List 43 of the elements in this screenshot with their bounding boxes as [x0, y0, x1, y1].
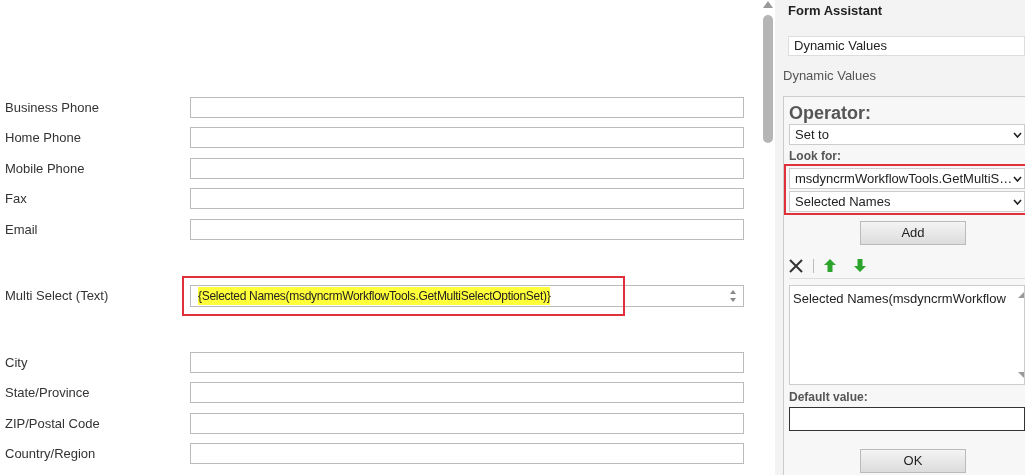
text-field[interactable] [190, 127, 744, 149]
field-label: ZIP/Postal Code [4, 414, 101, 433]
scroll-up-icon[interactable] [1018, 292, 1024, 298]
attribute-dropdown[interactable]: Selected Names [789, 191, 1025, 212]
text-field[interactable] [190, 351, 744, 373]
move-down-icon[interactable] [854, 259, 866, 272]
field-label: City [4, 353, 29, 372]
field-label: Multi Select (Text) [4, 287, 110, 305]
chevron-down-icon [1013, 198, 1022, 205]
field-label: Fax [4, 190, 28, 208]
field-label: Home Phone [4, 129, 82, 147]
ok-button[interactable]: OK [860, 449, 966, 473]
panel-title: Form Assistant [787, 2, 884, 20]
spinner-icon[interactable] [729, 288, 737, 303]
add-button[interactable]: Add [860, 221, 966, 245]
field-label: Business Phone [4, 98, 100, 117]
field-label: Country/Region [4, 445, 97, 463]
text-field[interactable] [190, 382, 744, 404]
field-label: State/Province [4, 384, 91, 402]
look-for-label: Look for: [789, 149, 842, 163]
text-field[interactable] [190, 218, 744, 240]
text-field[interactable] [190, 157, 744, 179]
list-item[interactable]: Selected Names(msdyncrmWorkflow [793, 289, 1018, 309]
text-field[interactable] [190, 96, 744, 118]
operator-dropdown[interactable]: Set to [789, 124, 1025, 145]
delete-icon[interactable] [789, 258, 803, 273]
mode-dropdown[interactable]: Dynamic Values [788, 35, 1025, 56]
scrollbar-thumb[interactable] [762, 15, 773, 143]
default-value-label: Default value: [789, 389, 869, 406]
scroll-down-icon[interactable] [1018, 372, 1024, 378]
field-label: Mobile Phone [4, 159, 86, 178]
field-label: Email [4, 220, 39, 239]
section-label: Dynamic Values [783, 66, 877, 85]
operator-label: Operator: [789, 103, 872, 123]
move-up-icon[interactable] [824, 259, 836, 272]
entity-dropdown[interactable]: msdyncrmWorkflowTools.GetMultiS… [789, 168, 1025, 189]
default-value-field[interactable] [789, 407, 1025, 431]
chevron-down-icon [1013, 175, 1022, 182]
text-field[interactable] [190, 443, 744, 465]
chevron-down-icon [1013, 131, 1022, 138]
text-field[interactable] [190, 412, 744, 434]
scroll-up-icon[interactable] [762, 1, 773, 8]
text-field[interactable] [190, 188, 744, 210]
